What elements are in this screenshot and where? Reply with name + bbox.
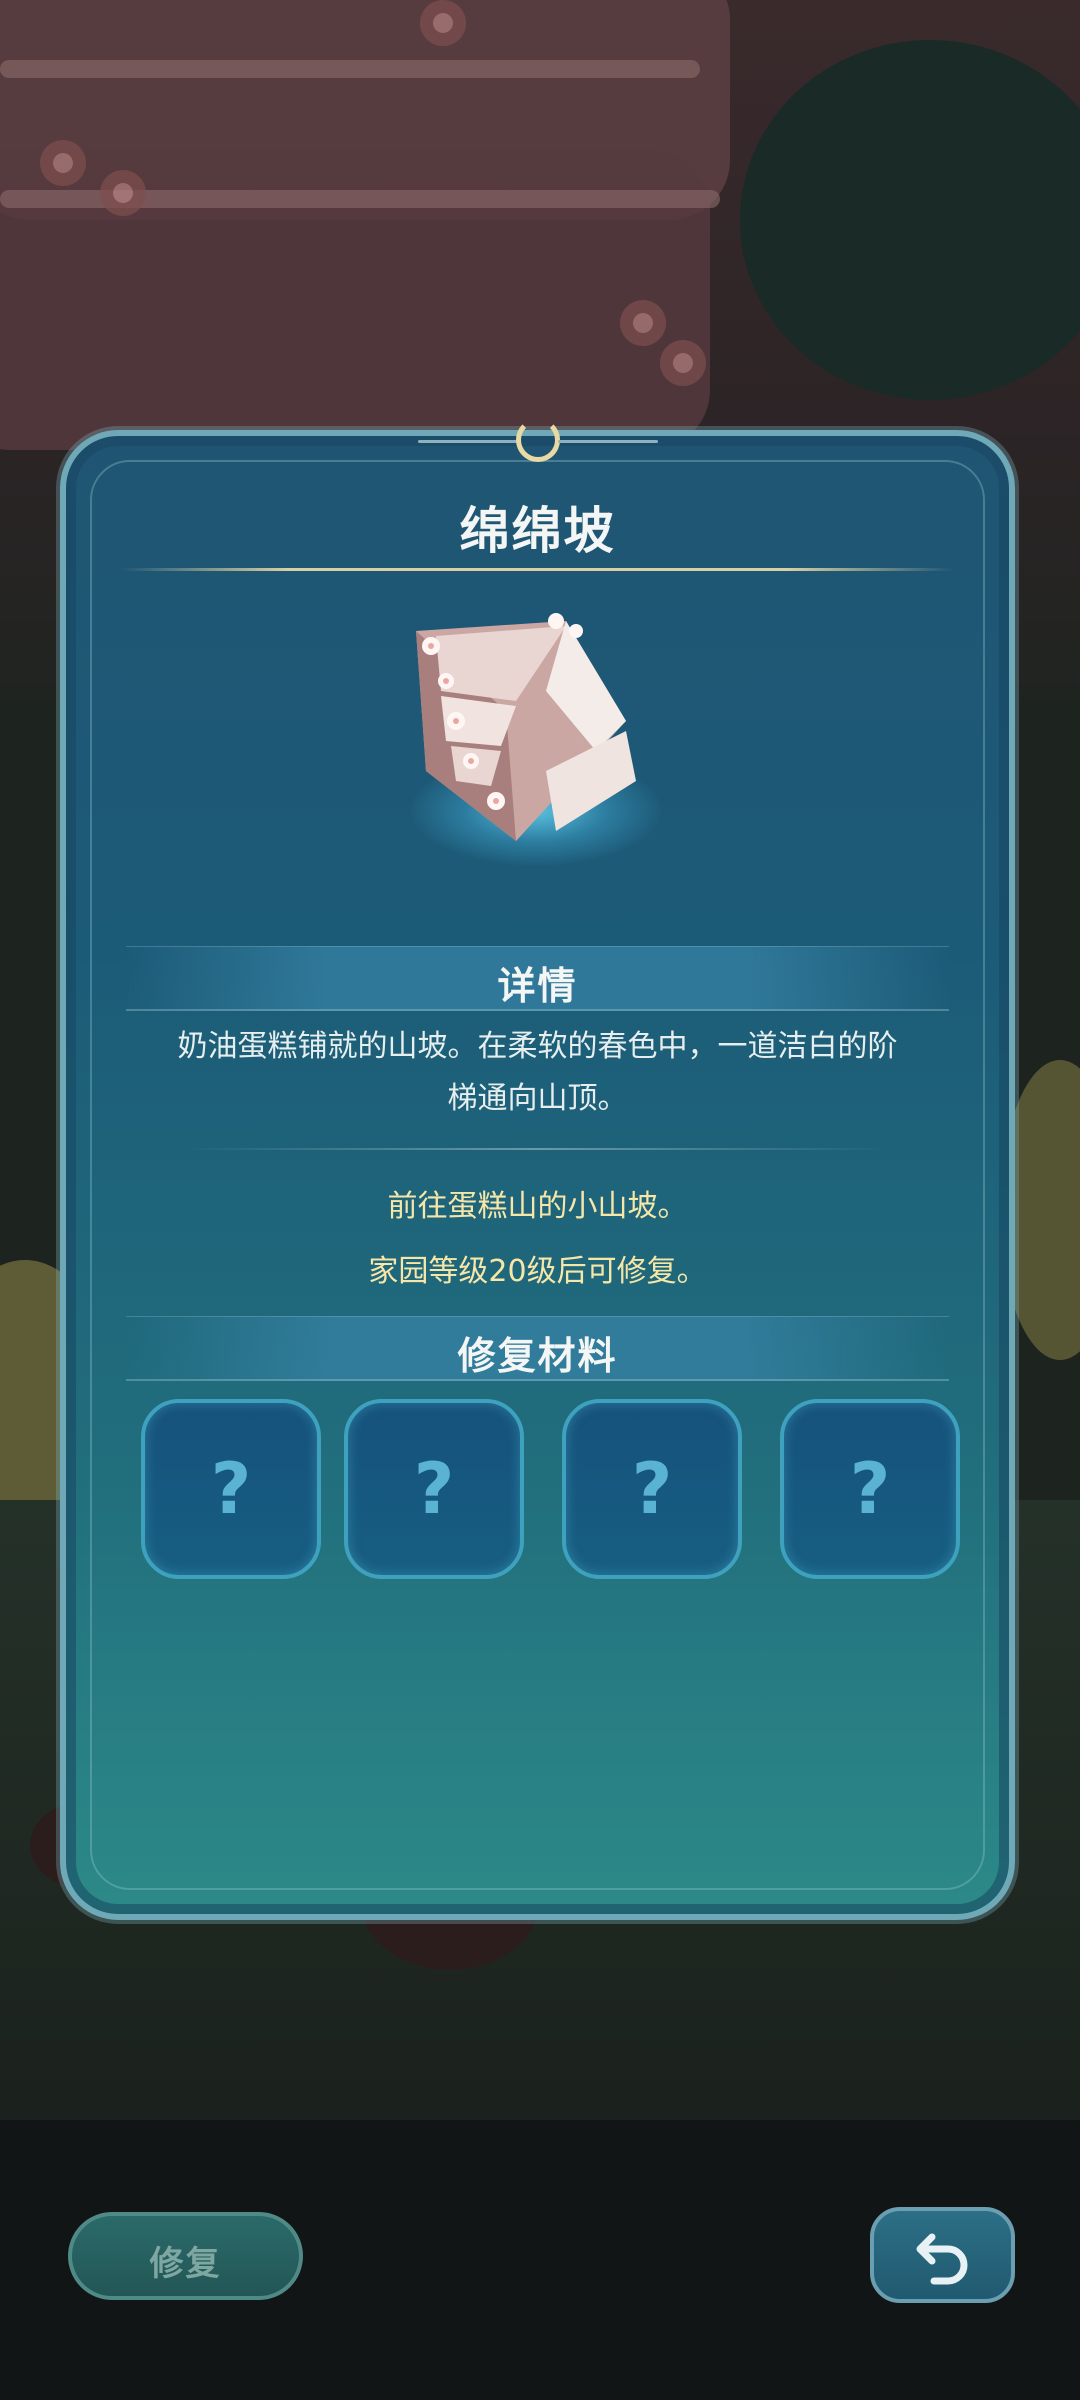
description-line: 梯通向山顶。 bbox=[447, 1081, 628, 1116]
crescent-icon bbox=[515, 418, 560, 462]
unknown-material-icon: ? bbox=[631, 1448, 673, 1530]
material-slot[interactable]: ? bbox=[344, 1399, 524, 1579]
materials-heading: 修复材料 bbox=[457, 1334, 618, 1378]
details-heading: 详情 bbox=[497, 964, 578, 1008]
crest-ornament bbox=[408, 414, 668, 462]
unknown-material-icon: ? bbox=[210, 1448, 252, 1530]
description-line: 奶油蛋糕铺就的山坡。在柔软的春色中，一道洁白的阶 bbox=[177, 1029, 898, 1064]
flower-decoration bbox=[100, 170, 146, 216]
details-heading-bar: 详情 bbox=[126, 946, 949, 1011]
dialog-title: 绵绵坡 bbox=[459, 502, 616, 560]
location-hint: 前往蛋糕山的小山坡。 bbox=[387, 1189, 688, 1224]
material-slot[interactable]: ? bbox=[141, 1399, 321, 1579]
material-slot[interactable]: ? bbox=[562, 1399, 742, 1579]
repair-button-label: 修复 bbox=[149, 2244, 222, 2284]
cake-frosting bbox=[0, 60, 700, 78]
back-button[interactable] bbox=[870, 2207, 1015, 2303]
flower-decoration bbox=[40, 140, 86, 186]
material-slot[interactable]: ? bbox=[780, 1399, 960, 1579]
title-divider bbox=[121, 568, 954, 571]
unknown-material-icon: ? bbox=[413, 1448, 455, 1530]
cream-stairs-icon bbox=[396, 601, 666, 871]
building-description: 奶油蛋糕铺就的山坡。在柔软的春色中，一道洁白的阶 梯通向山顶。 bbox=[126, 1021, 949, 1125]
unlock-requirement: 家园等级20级后可修复。 bbox=[368, 1254, 707, 1289]
flower-decoration bbox=[420, 0, 466, 46]
material-slots: ? ? ? ? bbox=[141, 1399, 960, 1579]
materials-heading-bar: 修复材料 bbox=[126, 1316, 949, 1381]
unknown-material-icon: ? bbox=[849, 1448, 891, 1530]
building-info-dialog: 绵绵坡 详情 奶油蛋糕铺就的山坡。在柔软的春色中，一道洁白的阶 梯通向山顶。 前… bbox=[60, 418, 1015, 1920]
flower-decoration bbox=[620, 300, 666, 346]
repair-button[interactable]: 修复 bbox=[68, 2212, 303, 2300]
section-divider bbox=[186, 1148, 889, 1150]
flower-decoration bbox=[660, 340, 706, 386]
